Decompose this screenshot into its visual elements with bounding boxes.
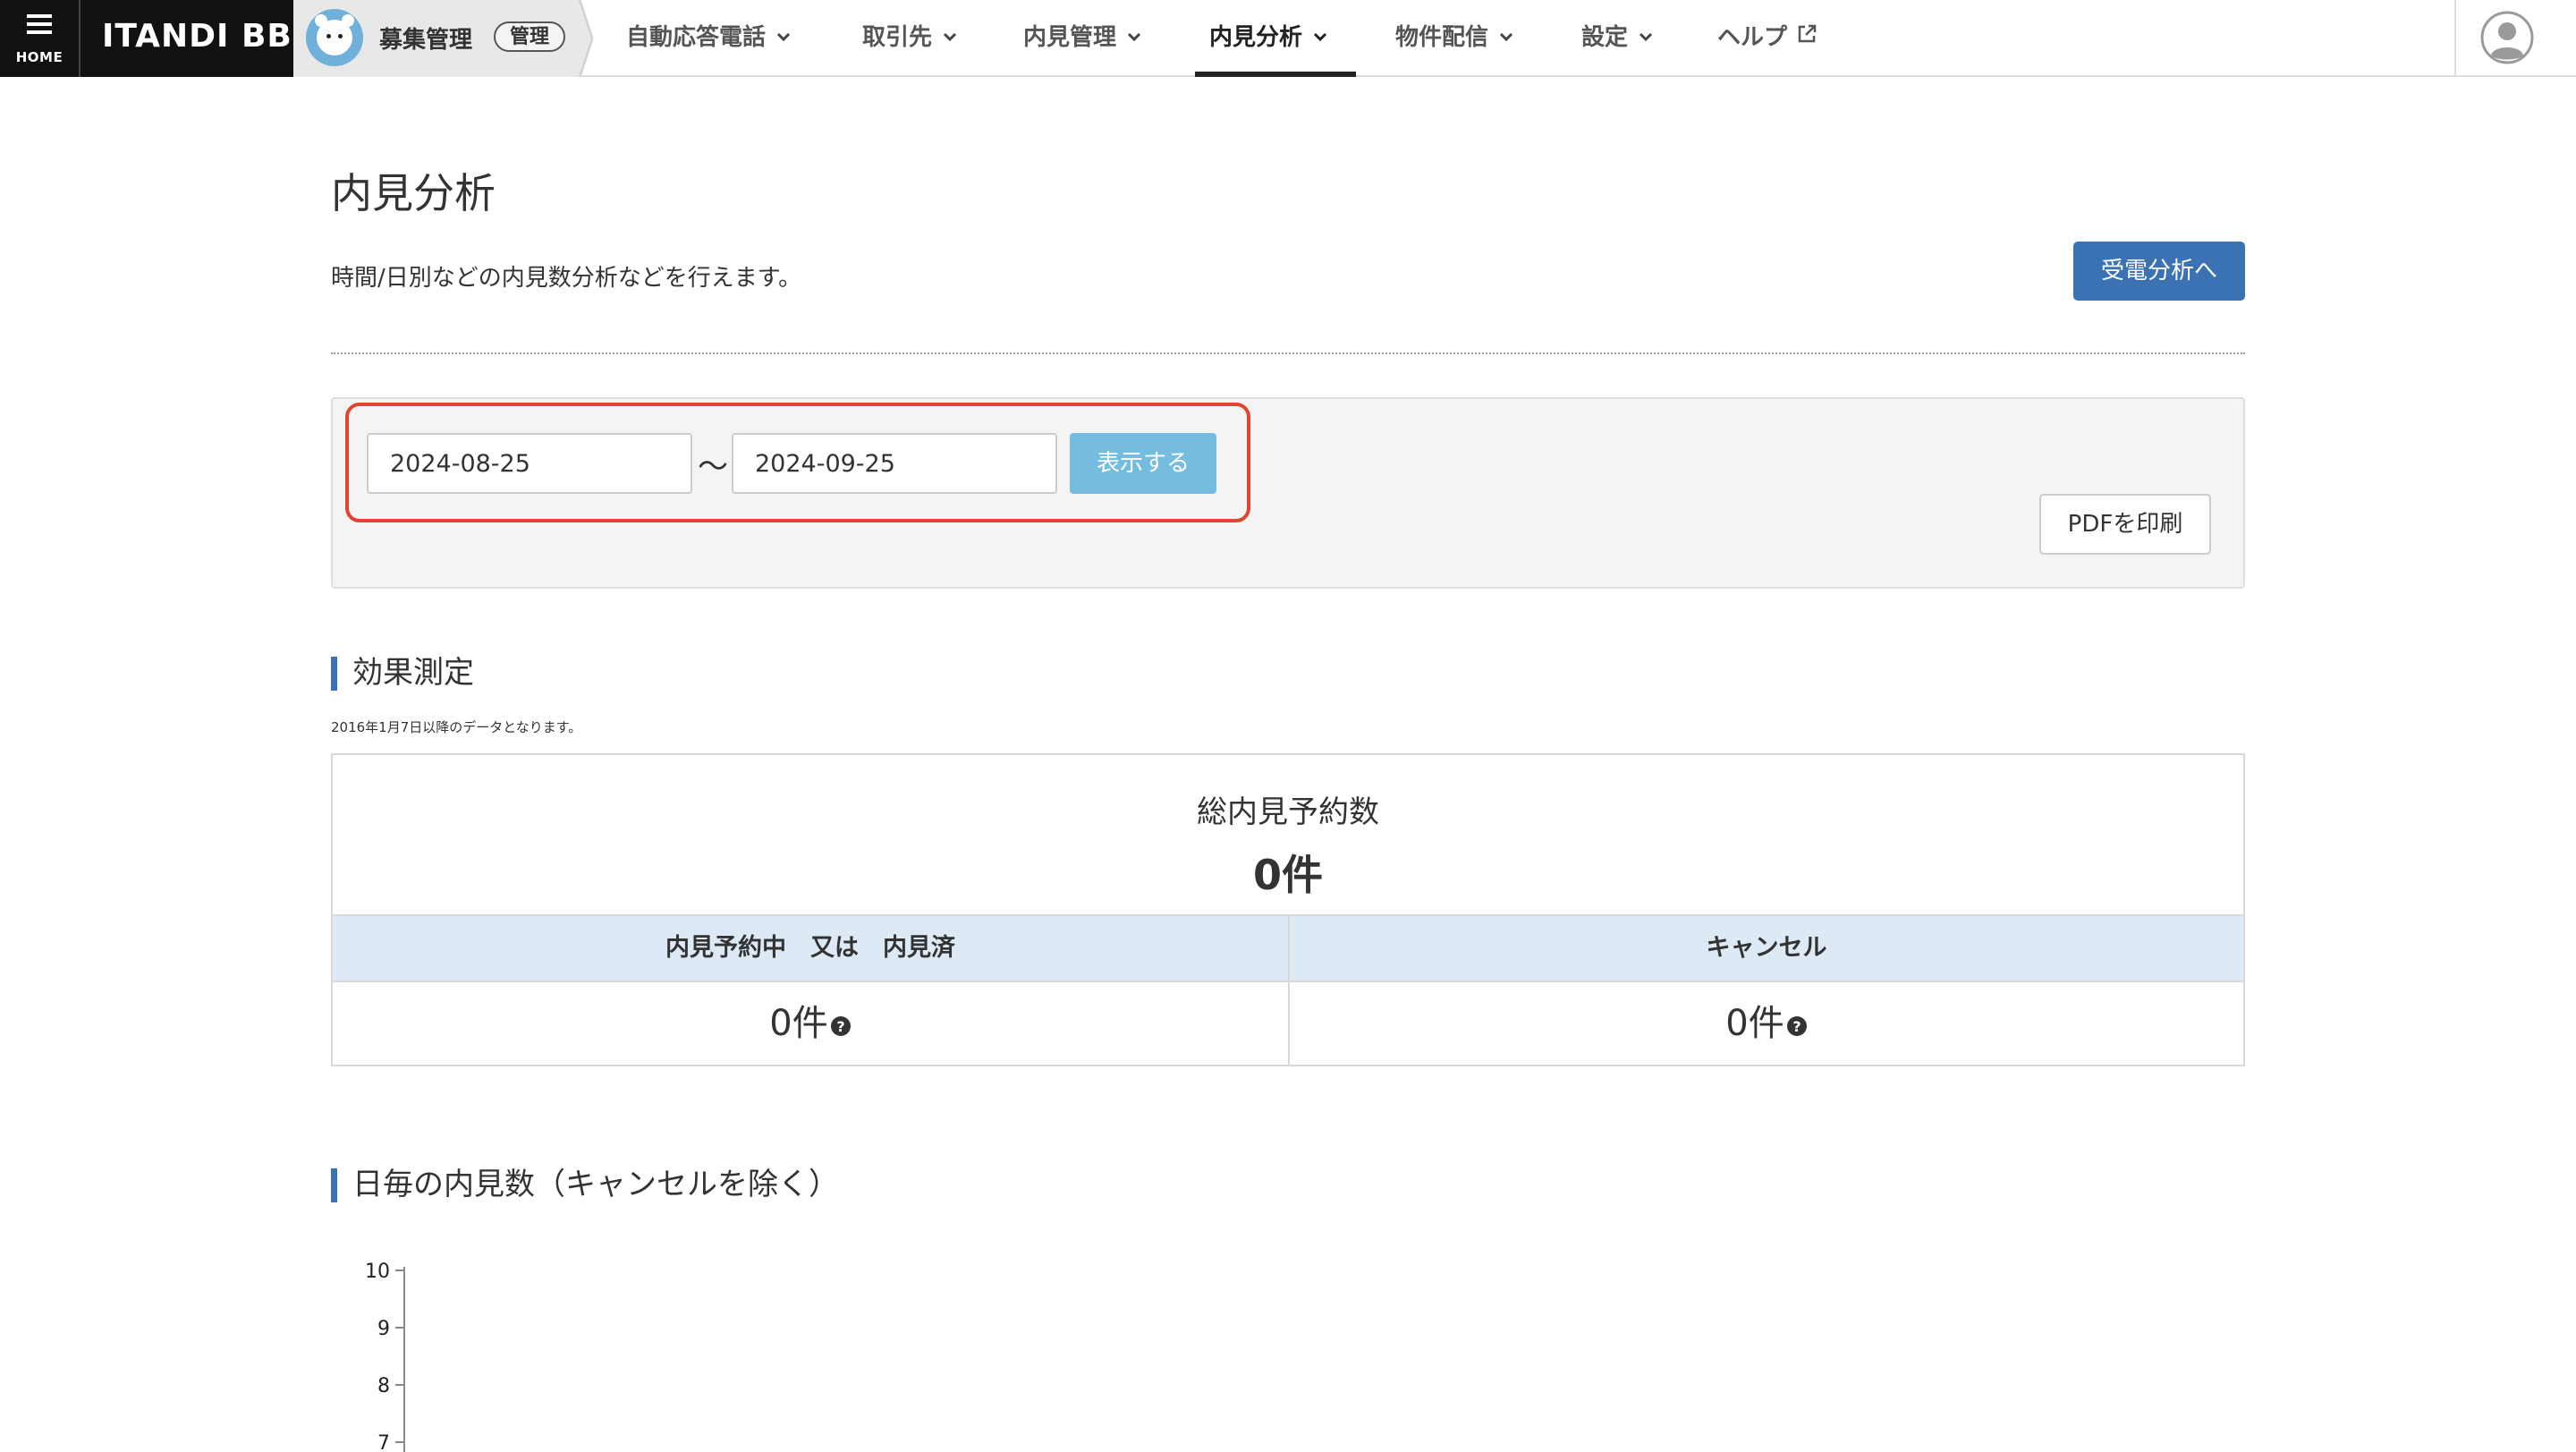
nav-item-label: 内見管理 bbox=[1023, 24, 1117, 51]
nav-item-help[interactable]: ヘルプ bbox=[1717, 0, 1818, 77]
user-avatar-icon bbox=[2480, 11, 2534, 64]
brand-logo[interactable]: ITANDI BB bbox=[79, 0, 295, 77]
svg-text:?: ? bbox=[836, 1018, 844, 1035]
nav-item-settings[interactable]: 設定 bbox=[1581, 0, 1653, 77]
chevron-down-icon bbox=[1313, 32, 1327, 42]
cancel-count-value: 0件 bbox=[1725, 1003, 1784, 1044]
app-badge: 管理 bbox=[494, 21, 566, 52]
brand-text: ITANDI BB bbox=[102, 18, 292, 55]
effect-heading-text: 効果測定 bbox=[352, 655, 474, 691]
y-tick-label: 8 bbox=[377, 1375, 390, 1397]
column-header-reserved: 内見予約中 又は 内見済 bbox=[333, 916, 1288, 982]
cancel-count-cell: 0件? bbox=[1290, 982, 2243, 1065]
help-icon[interactable]: ? bbox=[1786, 1015, 1808, 1037]
total-viewings-value: 0件 bbox=[1252, 851, 1323, 899]
show-button[interactable]: 表示する bbox=[1070, 433, 1216, 494]
user-menu[interactable] bbox=[2454, 0, 2576, 77]
daily-heading-text: 日毎の内見数（キャンセルを除く） bbox=[352, 1167, 839, 1202]
call-analysis-button[interactable]: 受電分析へ bbox=[2073, 242, 2245, 301]
help-icon[interactable]: ? bbox=[830, 1015, 852, 1037]
page-description: 時間/日別などの内見数分析などを行えます。 bbox=[331, 265, 802, 292]
nav-item-label: 取引先 bbox=[862, 24, 933, 51]
start-date-input[interactable] bbox=[367, 433, 692, 494]
home-label: HOME bbox=[15, 49, 64, 65]
nav-item-label: 物件配信 bbox=[1395, 24, 1489, 51]
breadcrumb-arrow-icon bbox=[572, 0, 594, 77]
date-range-separator: 〜 bbox=[698, 449, 728, 485]
external-link-icon bbox=[1798, 24, 1817, 43]
nav-item-label: 内見分析 bbox=[1209, 24, 1303, 51]
y-tick-label: 9 bbox=[377, 1318, 390, 1340]
reserved-count-value: 0件 bbox=[769, 1003, 828, 1044]
y-tick-label: 7 bbox=[377, 1432, 390, 1452]
menu-icon bbox=[27, 14, 52, 34]
nav-item-label: ヘルプ bbox=[1717, 24, 1788, 51]
nav-item-label: 自動応答電話 bbox=[626, 24, 767, 51]
home-button[interactable]: HOME bbox=[0, 0, 79, 77]
y-tick-label: 10 bbox=[365, 1261, 390, 1283]
chevron-down-icon bbox=[1499, 32, 1513, 42]
svg-text:?: ? bbox=[1792, 1018, 1801, 1035]
reserved-count-cell: 0件? bbox=[333, 982, 1288, 1065]
daily-heading: 日毎の内見数（キャンセルを除く） bbox=[331, 1167, 839, 1202]
nav-item-auto-phone[interactable]: 自動応答電話 bbox=[626, 0, 791, 77]
column-header-cancel: キャンセル bbox=[1290, 916, 2243, 982]
page-title: 内見分析 bbox=[331, 169, 496, 217]
daily-viewings-chart: 10 9 8 7 bbox=[365, 1261, 405, 1452]
app-name: 募集管理 bbox=[379, 27, 473, 54]
nav-item-property-distribution[interactable]: 物件配信 bbox=[1395, 0, 1513, 77]
nav-item-viewing-analysis[interactable]: 内見分析 bbox=[1194, 0, 1357, 77]
nav-item-partners[interactable]: 取引先 bbox=[862, 0, 957, 77]
divider bbox=[331, 352, 2245, 354]
bear-mascot-icon bbox=[306, 9, 363, 66]
end-date-input[interactable] bbox=[732, 433, 1057, 494]
nav-item-label: 設定 bbox=[1581, 24, 1629, 51]
effect-note: 2016年1月7日以降のデータとなります。 bbox=[331, 719, 582, 735]
chevron-down-icon bbox=[1639, 32, 1653, 42]
stats-table: 総内見予約数 0件 内見予約中 又は 内見済 キャンセル 0件? 0件? bbox=[331, 753, 2245, 1066]
print-pdf-button[interactable]: PDFを印刷 bbox=[2039, 494, 2211, 555]
top-nav: HOME ITANDI BB 募集管理 管理 自動応答電話 取引先 内見管理 内… bbox=[0, 0, 2576, 77]
chevron-down-icon bbox=[776, 32, 791, 42]
stats-summary: 総内見予約数 0件 bbox=[333, 755, 2243, 916]
total-viewings-label: 総内見予約数 bbox=[1197, 794, 1379, 830]
chevron-down-icon bbox=[943, 32, 957, 42]
chevron-down-icon bbox=[1127, 32, 1141, 42]
effect-heading: 効果測定 bbox=[331, 655, 474, 691]
nav-item-viewing-management[interactable]: 内見管理 bbox=[1023, 0, 1141, 77]
